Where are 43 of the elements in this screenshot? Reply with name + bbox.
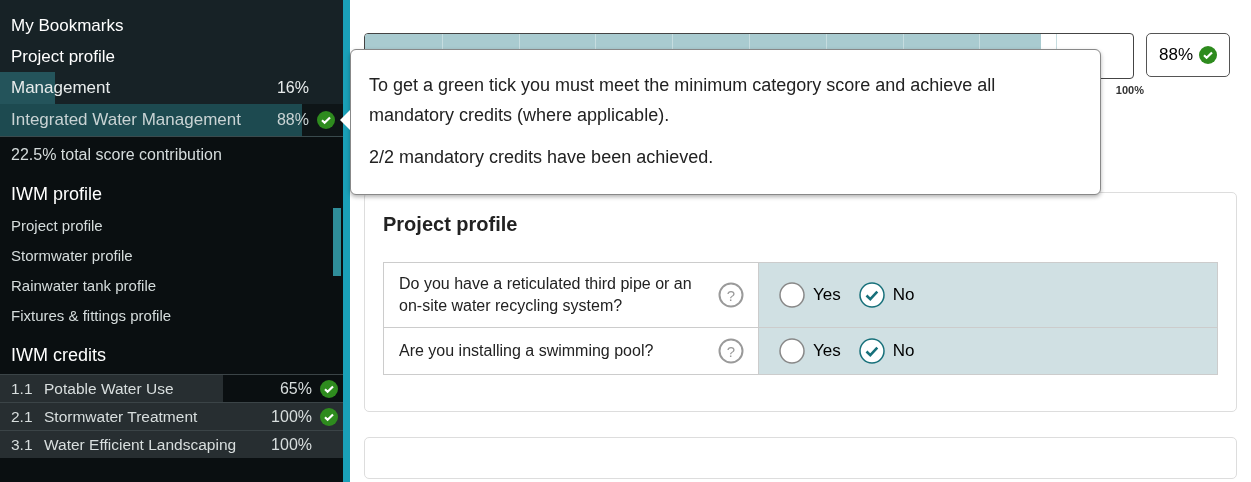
category-label: Integrated Water Management bbox=[11, 110, 242, 130]
category-item[interactable]: Integrated Water Management 88% bbox=[0, 104, 343, 137]
sidebar-link[interactable]: Fixtures & fittings profile bbox=[0, 301, 343, 331]
question-text: Do you have a reticulated third pipe or an on-site water recycling system? bbox=[399, 274, 693, 316]
section-heading: IWM credits bbox=[10, 344, 107, 367]
sidebar-link[interactable]: Project profile bbox=[0, 211, 343, 241]
scrollbar[interactable] bbox=[333, 208, 341, 276]
option-label: No bbox=[892, 285, 915, 305]
tooltip-text: 2/2 mandatory credits have been achieved. bbox=[369, 146, 715, 169]
bar-end-label: 100% bbox=[1115, 84, 1144, 96]
category-label: Management bbox=[11, 78, 112, 98]
credit-item[interactable]: 2.1 Stormwater Treatment 100% bbox=[0, 402, 343, 430]
credit-score: 100% bbox=[271, 435, 312, 454]
credit-item[interactable]: 1.1 Potable Water Use 65% bbox=[0, 374, 343, 402]
sidebar-link[interactable]: Rainwater tank profile bbox=[0, 271, 343, 301]
sidebar-link[interactable]: Stormwater profile bbox=[0, 241, 343, 271]
card-title: Project profile bbox=[383, 213, 519, 236]
credit-label: Water Efficient Landscaping bbox=[44, 435, 238, 454]
option-label: Yes bbox=[813, 341, 841, 361]
credit-score: 65% bbox=[279, 379, 312, 398]
credit-item[interactable]: 3.1 Water Efficient Landscaping 100% bbox=[0, 430, 343, 458]
radio-button[interactable] bbox=[779, 282, 805, 308]
category-score: 16% bbox=[276, 79, 309, 97]
credit-score: 100% bbox=[271, 407, 312, 426]
credit-number: 1.1 bbox=[11, 379, 34, 398]
score-value: 88% bbox=[1159, 45, 1194, 65]
credit-label: Potable Water Use bbox=[44, 379, 175, 398]
radio-button[interactable] bbox=[779, 338, 805, 364]
credit-label: Stormwater Treatment bbox=[44, 407, 199, 426]
sidebar-link[interactable]: My Bookmarks bbox=[0, 10, 343, 41]
radio-button[interactable] bbox=[858, 338, 885, 364]
question-text: Are you installing a swimming pool? bbox=[399, 341, 655, 361]
sidebar-link[interactable]: Project profile bbox=[0, 41, 343, 72]
radio-button[interactable] bbox=[858, 282, 885, 308]
credit-number: 2.1 bbox=[11, 407, 34, 426]
option-label: Yes bbox=[813, 285, 841, 305]
category-score: 88% bbox=[276, 111, 309, 129]
option-label: No bbox=[892, 341, 915, 361]
section-heading: IWM profile bbox=[10, 183, 103, 206]
tooltip-text: To get a green tick you must meet the minimum category score and achieve all mandatory credits (where applicable). bbox=[369, 74, 997, 127]
category-item[interactable]: Management 16% bbox=[0, 72, 343, 104]
score-contribution: 22.5% total score contribution bbox=[10, 145, 223, 165]
credit-number: 3.1 bbox=[11, 435, 34, 454]
